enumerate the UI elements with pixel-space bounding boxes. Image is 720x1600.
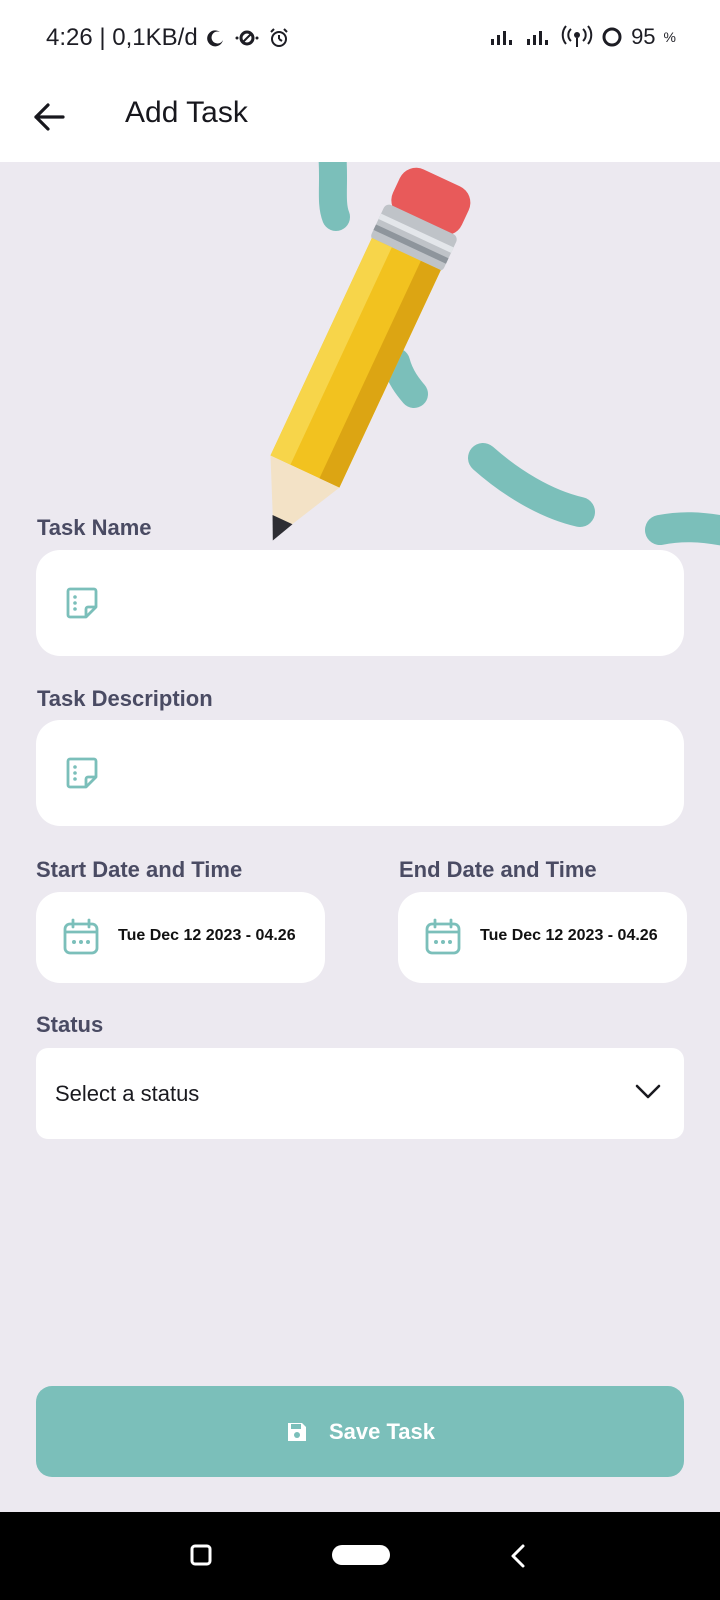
task-description-label: Task Description xyxy=(37,686,213,711)
page-title: Add Task xyxy=(125,96,248,129)
system-back-button[interactable] xyxy=(510,1543,526,1574)
recents-button[interactable] xyxy=(190,1544,212,1571)
hotspot-icon xyxy=(561,25,593,47)
start-date-label: Start Date and Time xyxy=(36,857,243,882)
alarm-icon xyxy=(269,28,288,47)
back-button[interactable] xyxy=(24,92,74,142)
status-bar: 4:26 | 0,1KB/d 95 % xyxy=(0,0,720,80)
signal-icon xyxy=(491,31,513,45)
status-left: 4:26 | 0,1KB/d xyxy=(46,24,290,52)
task-name-field[interactable] xyxy=(36,550,684,656)
moon-icon xyxy=(206,30,223,47)
back-icon xyxy=(511,1544,525,1568)
status-label: Status xyxy=(36,1012,104,1037)
battery-icon xyxy=(602,27,622,47)
task-name-input[interactable] xyxy=(116,550,664,656)
note-icon xyxy=(66,587,98,619)
system-nav-bar xyxy=(0,1512,720,1600)
status-selected-value: Select a status xyxy=(55,1081,200,1106)
pencil-illustration-svg xyxy=(270,162,720,546)
status-dropdown[interactable]: Select a status xyxy=(36,1048,684,1139)
data-saver-icon xyxy=(235,30,259,46)
signal-icon-2 xyxy=(527,31,549,45)
status-right: 95 % xyxy=(489,24,676,50)
end-date-value: Tue Dec 12 2023 - 04.26 xyxy=(480,927,658,944)
start-date-value: Tue Dec 12 2023 - 04.26 xyxy=(118,927,296,944)
calendar-icon xyxy=(425,918,461,955)
home-button[interactable] xyxy=(332,1545,390,1570)
task-description-field[interactable] xyxy=(36,720,684,826)
start-date-picker[interactable]: Tue Dec 12 2023 - 04.26 xyxy=(36,892,325,983)
task-description-input[interactable] xyxy=(116,720,664,826)
recents-icon xyxy=(190,1544,212,1566)
status-time: 4:26 | 0,1KB/d xyxy=(46,24,198,51)
end-date-picker[interactable]: Tue Dec 12 2023 - 04.26 xyxy=(398,892,687,983)
end-date-label: End Date and Time xyxy=(399,857,597,882)
battery-level: 95 xyxy=(631,24,656,49)
arrow-left-icon xyxy=(34,103,65,131)
battery-unit: % xyxy=(663,29,676,45)
chevron-down-icon xyxy=(635,1084,661,1099)
save-task-button[interactable]: Save Task xyxy=(36,1386,684,1477)
save-task-label: Save Task xyxy=(328,1418,435,1444)
save-icon xyxy=(287,1422,306,1441)
task-name-label: Task Name xyxy=(37,515,152,540)
pencil-illustration xyxy=(0,162,720,562)
note-icon xyxy=(66,757,98,789)
calendar-icon xyxy=(63,918,99,955)
app-bar: Add Task xyxy=(0,80,720,162)
home-pill-icon xyxy=(332,1545,390,1565)
